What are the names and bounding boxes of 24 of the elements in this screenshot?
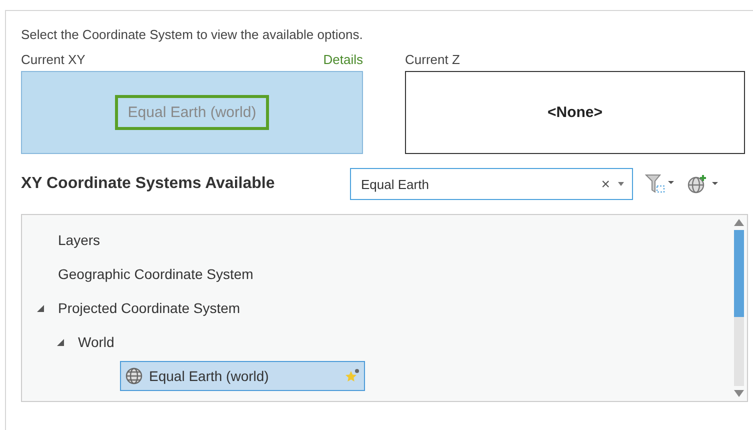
scroll-up-arrow-icon[interactable] bbox=[734, 219, 744, 226]
current-z-panel[interactable]: <None> bbox=[405, 71, 745, 154]
current-xy-label: Current XY bbox=[21, 52, 86, 67]
tree-item[interactable]: Layers bbox=[58, 232, 100, 248]
current-z-label: Current Z bbox=[405, 52, 460, 67]
globe-icon bbox=[125, 367, 143, 385]
favorite-star-icon[interactable] bbox=[344, 368, 360, 384]
expanded-triangle-icon[interactable] bbox=[36, 304, 44, 312]
details-link[interactable]: Details bbox=[323, 52, 363, 67]
filter-icon[interactable] bbox=[645, 174, 675, 194]
tree-item[interactable]: World bbox=[78, 334, 114, 350]
current-xy-value: Equal Earth (world) bbox=[114, 95, 270, 130]
instruction-text: Select the Coordinate System to view the available options. bbox=[21, 27, 364, 42]
tree-item[interactable]: Equal Earth (world) bbox=[120, 361, 365, 391]
scroll-down-arrow-icon[interactable] bbox=[734, 390, 744, 397]
section-heading: XY Coordinate Systems Available bbox=[21, 175, 276, 193]
clear-button[interactable]: × bbox=[601, 176, 610, 192]
tree-item[interactable]: Geographic Coordinate System bbox=[58, 266, 254, 282]
dropdown-caret-icon[interactable] bbox=[618, 182, 624, 186]
current-z-value: <None> bbox=[547, 104, 603, 121]
tree-item[interactable]: Projected Coordinate System bbox=[58, 300, 240, 316]
search-field[interactable]: Equal Earth × bbox=[350, 168, 633, 200]
add-globe-icon[interactable] bbox=[687, 174, 719, 194]
expanded-triangle-icon[interactable] bbox=[56, 338, 64, 346]
